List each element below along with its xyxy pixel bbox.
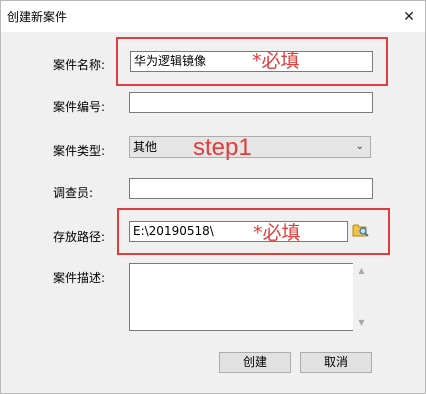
- create-button[interactable]: 创建: [219, 352, 291, 373]
- case-number-input[interactable]: [129, 92, 373, 113]
- create-case-dialog: 创建新案件 ✕ 案件名称: 华为逻辑镜像 案件编号: 案件类型: 其他 ⌄ 调查…: [0, 0, 426, 394]
- case-number-label: 案件编号:: [53, 100, 106, 114]
- title-bar: 创建新案件 ✕: [1, 1, 425, 32]
- description-label: 案件描述:: [53, 271, 106, 285]
- scroll-up-icon[interactable]: ▲: [353, 265, 370, 277]
- save-path-label: 存放路径:: [53, 230, 106, 244]
- investigator-label: 调查员:: [53, 186, 94, 200]
- chevron-down-icon: ⌄: [355, 141, 364, 152]
- cancel-button[interactable]: 取消: [300, 352, 372, 373]
- step-annotation: step1: [193, 134, 252, 161]
- investigator-input[interactable]: [129, 178, 373, 199]
- close-icon: ✕: [403, 8, 415, 25]
- dialog-title: 创建新案件: [7, 10, 68, 24]
- description-textarea[interactable]: [129, 263, 354, 331]
- required-annotation-2: *必填: [253, 222, 301, 244]
- case-name-label: 案件名称:: [53, 58, 106, 72]
- required-annotation-1: *必填: [252, 50, 300, 72]
- description-scrollbar[interactable]: ▲ ▼: [353, 263, 370, 331]
- case-type-label: 案件类型:: [53, 144, 106, 158]
- case-type-value: 其他: [133, 140, 158, 154]
- scroll-down-icon[interactable]: ▼: [353, 317, 370, 329]
- close-button[interactable]: ✕: [393, 1, 425, 32]
